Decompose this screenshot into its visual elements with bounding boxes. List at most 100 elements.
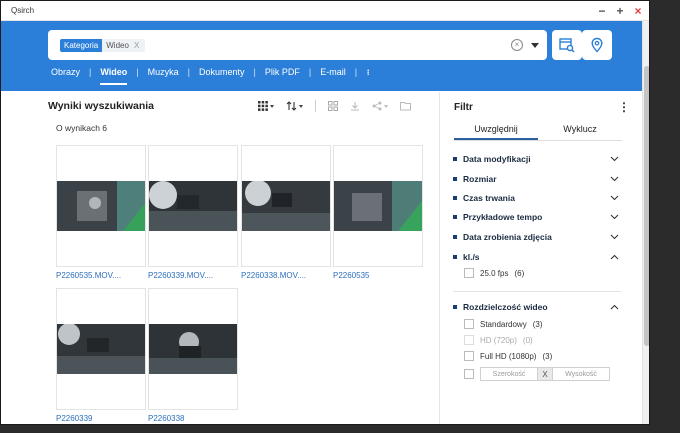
maximize-button[interactable]: + [615, 5, 625, 17]
result-filename[interactable]: P2260535 [333, 271, 369, 280]
chevron-down-icon [610, 195, 619, 201]
checkbox[interactable] [464, 369, 474, 379]
filter-panel: Filtr ⋮ Uwzględnij Wyklucz Data modyfika… [453, 92, 633, 424]
filter-section-fps[interactable]: kl./s [453, 250, 623, 264]
search-options-caret-icon[interactable] [531, 42, 539, 48]
sort-caret-icon [299, 104, 303, 108]
video-thumbnail [242, 181, 330, 231]
bullet-icon [453, 215, 457, 219]
tab-dokumenty[interactable]: Dokumenty [195, 67, 249, 77]
bullet-icon [453, 157, 457, 161]
filter-tabs: Uwzględnij Wyklucz [454, 124, 622, 141]
filter-section-label: Data modyfikacji [463, 154, 531, 164]
checkbox[interactable] [464, 351, 474, 361]
chevron-down-icon [610, 234, 619, 240]
filter-section-label: Czas trwania [463, 193, 515, 203]
resolution-option-full-hd[interactable]: Full HD (1080p) (3) [464, 351, 552, 361]
search-input[interactable]: Kategoria Wideo X × [48, 30, 547, 60]
results-count: O wynikach 6 [56, 123, 108, 133]
tab-separator: | [89, 67, 92, 77]
width-field[interactable]: Szerokość [480, 367, 538, 381]
category-chip-label: Kategoria [60, 38, 103, 52]
clear-search-icon[interactable]: × [511, 39, 523, 51]
view-mode-button[interactable] [258, 101, 274, 111]
tab-obrazy[interactable]: Obrazy [47, 67, 84, 77]
height-field[interactable]: Wysokość [552, 367, 610, 381]
option-label: HD (720p) [480, 335, 517, 345]
sort-button[interactable] [286, 101, 303, 111]
chevron-down-icon [610, 156, 619, 162]
search-window-icon [559, 38, 575, 53]
filter-section-modified-date[interactable]: Data modyfikacji [453, 152, 623, 166]
result-card[interactable] [56, 145, 146, 267]
search-history-button[interactable] [552, 30, 582, 60]
result-card[interactable] [148, 145, 238, 267]
results-panel: Wyniki wyszukiwania O wynikach 6 P226053… [46, 92, 436, 424]
results-title: Wyniki wyszukiwania [48, 100, 155, 112]
more-tabs-icon[interactable]: ··· [362, 69, 374, 75]
tab-include[interactable]: Uwzględnij [454, 124, 538, 140]
filter-section-duration[interactable]: Czas trwania [453, 191, 623, 205]
fps-option[interactable]: 25.0 fps (6) [464, 268, 524, 278]
filter-section-label: Przykładowe tempo [463, 212, 543, 222]
chip-remove-icon[interactable]: X [134, 41, 139, 50]
tab-muzyka[interactable]: Muzyka [144, 67, 183, 77]
select-all-icon[interactable] [328, 101, 338, 111]
filter-section-video-resolution[interactable]: Rozdzielczość wideo [453, 300, 623, 314]
filter-more-icon[interactable]: ⋮ [618, 101, 630, 113]
tab-plik-pdf[interactable]: Plik PDF [261, 67, 304, 77]
download-icon[interactable] [350, 101, 360, 111]
scrollbar-thumb[interactable] [644, 66, 649, 346]
bullet-icon [453, 196, 457, 200]
video-thumbnail [149, 324, 237, 374]
result-card[interactable] [148, 288, 238, 410]
checkbox[interactable] [464, 319, 474, 329]
title-bar: Qsirch − + × [1, 1, 649, 21]
resolution-option-standard[interactable]: Standardowy (3) [464, 319, 542, 329]
window-title: Qsirch [11, 6, 35, 15]
filter-section-photo-date[interactable]: Data zrobienia zdjęcia [453, 230, 623, 244]
chevron-up-icon [610, 304, 619, 310]
custom-resolution: Szerokość X Wysokość [464, 367, 610, 381]
bullet-icon [453, 235, 457, 239]
filter-section-size[interactable]: Rozmiar [453, 172, 623, 186]
checkbox [464, 335, 474, 345]
tab-separator: | [308, 67, 312, 77]
tab-separator: | [253, 67, 256, 77]
option-count: (0) [522, 335, 533, 345]
location-button[interactable] [582, 30, 612, 60]
option-label: Full HD (1080p) [480, 351, 537, 361]
filter-section-label: Data zrobienia zdjęcia [463, 232, 552, 242]
times-label: X [538, 367, 552, 381]
tab-e-mail[interactable]: E-mail [316, 67, 350, 77]
share-caret-icon [384, 104, 388, 108]
filter-section-sample-rate[interactable]: Przykładowe tempo [453, 210, 623, 224]
custom-resolution-fields: Szerokość X Wysokość [480, 367, 610, 381]
result-card[interactable] [56, 288, 146, 410]
open-folder-icon[interactable] [400, 101, 412, 111]
result-card[interactable] [333, 145, 423, 267]
app-window: Qsirch − + × Kategoria Wideo X × Obrazy … [0, 0, 650, 425]
option-count: (3) [542, 351, 553, 361]
search-actions: × [511, 39, 539, 51]
filter-title: Filtr [454, 102, 473, 113]
result-filename[interactable]: P2260338.MOV.... [241, 271, 306, 280]
tab-wideo[interactable]: Wideo [96, 67, 131, 85]
checkbox[interactable] [464, 268, 474, 278]
tab-exclude[interactable]: Wyklucz [538, 124, 622, 140]
result-filename[interactable]: P2260535.MOV.... [56, 271, 121, 280]
option-count: (6) [514, 268, 525, 278]
tab-separator: | [187, 67, 190, 77]
category-chip-text: Wideo [106, 40, 129, 50]
result-filename[interactable]: P2260339.MOV.... [148, 271, 213, 280]
scrollbar[interactable] [642, 21, 649, 424]
option-label: 25.0 fps [480, 268, 509, 278]
share-button[interactable] [372, 101, 388, 111]
close-button[interactable]: × [633, 5, 643, 17]
result-filename[interactable]: P2260338 [148, 414, 184, 423]
filter-section-label: kl./s [463, 252, 480, 262]
minimize-button[interactable]: − [597, 5, 607, 17]
option-label: Standardowy [480, 319, 527, 329]
result-filename[interactable]: P2260339 [56, 414, 92, 423]
result-card[interactable] [241, 145, 331, 267]
